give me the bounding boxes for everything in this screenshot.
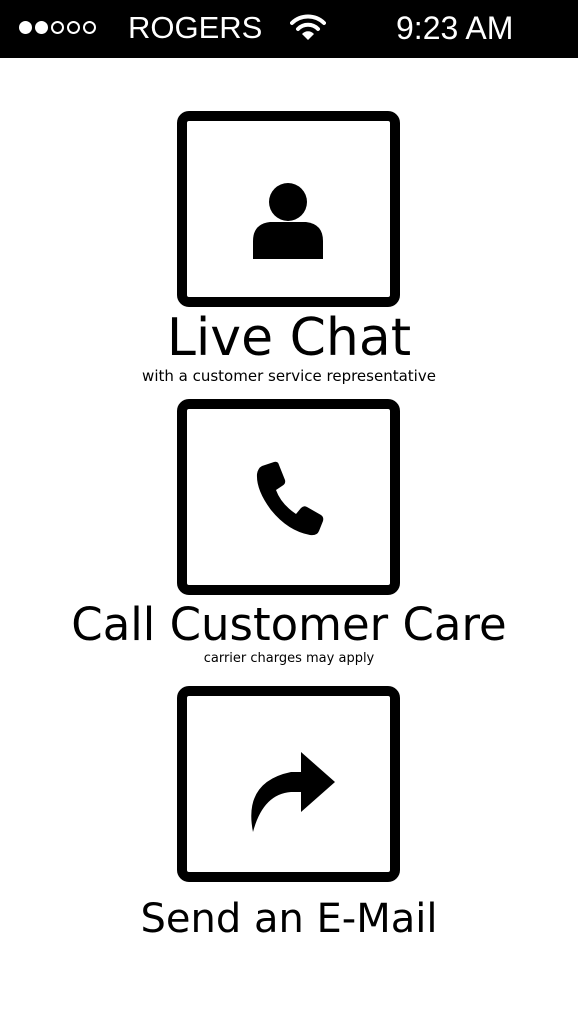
- status-bar: ROGERS 9:23 AM: [0, 0, 578, 58]
- call-customer-care-title: Call Customer Care: [71, 598, 507, 651]
- forward-arrow-icon: [251, 752, 335, 832]
- phone-icon: [256, 461, 324, 536]
- signal-dot: [83, 21, 96, 34]
- live-chat-button[interactable]: [177, 111, 400, 307]
- send-email-title: Send an E-Mail: [140, 896, 438, 942]
- signal-dot: [19, 21, 32, 34]
- send-email-button[interactable]: [177, 686, 400, 882]
- call-customer-care-subtitle: carrier charges may apply: [203, 651, 375, 666]
- signal-strength-icon: [19, 21, 96, 34]
- signal-dot: [67, 21, 80, 34]
- live-chat-title: Live Chat: [166, 308, 412, 368]
- live-chat-subtitle: with a customer service representative: [142, 367, 436, 385]
- wifi-icon: [290, 14, 326, 40]
- call-customer-care-button[interactable]: [177, 399, 400, 595]
- carrier-name: ROGERS: [128, 10, 263, 45]
- signal-dot: [35, 21, 48, 34]
- clock-time: 9:23 AM: [396, 10, 514, 46]
- signal-dot: [51, 21, 64, 34]
- person-icon: [253, 183, 323, 259]
